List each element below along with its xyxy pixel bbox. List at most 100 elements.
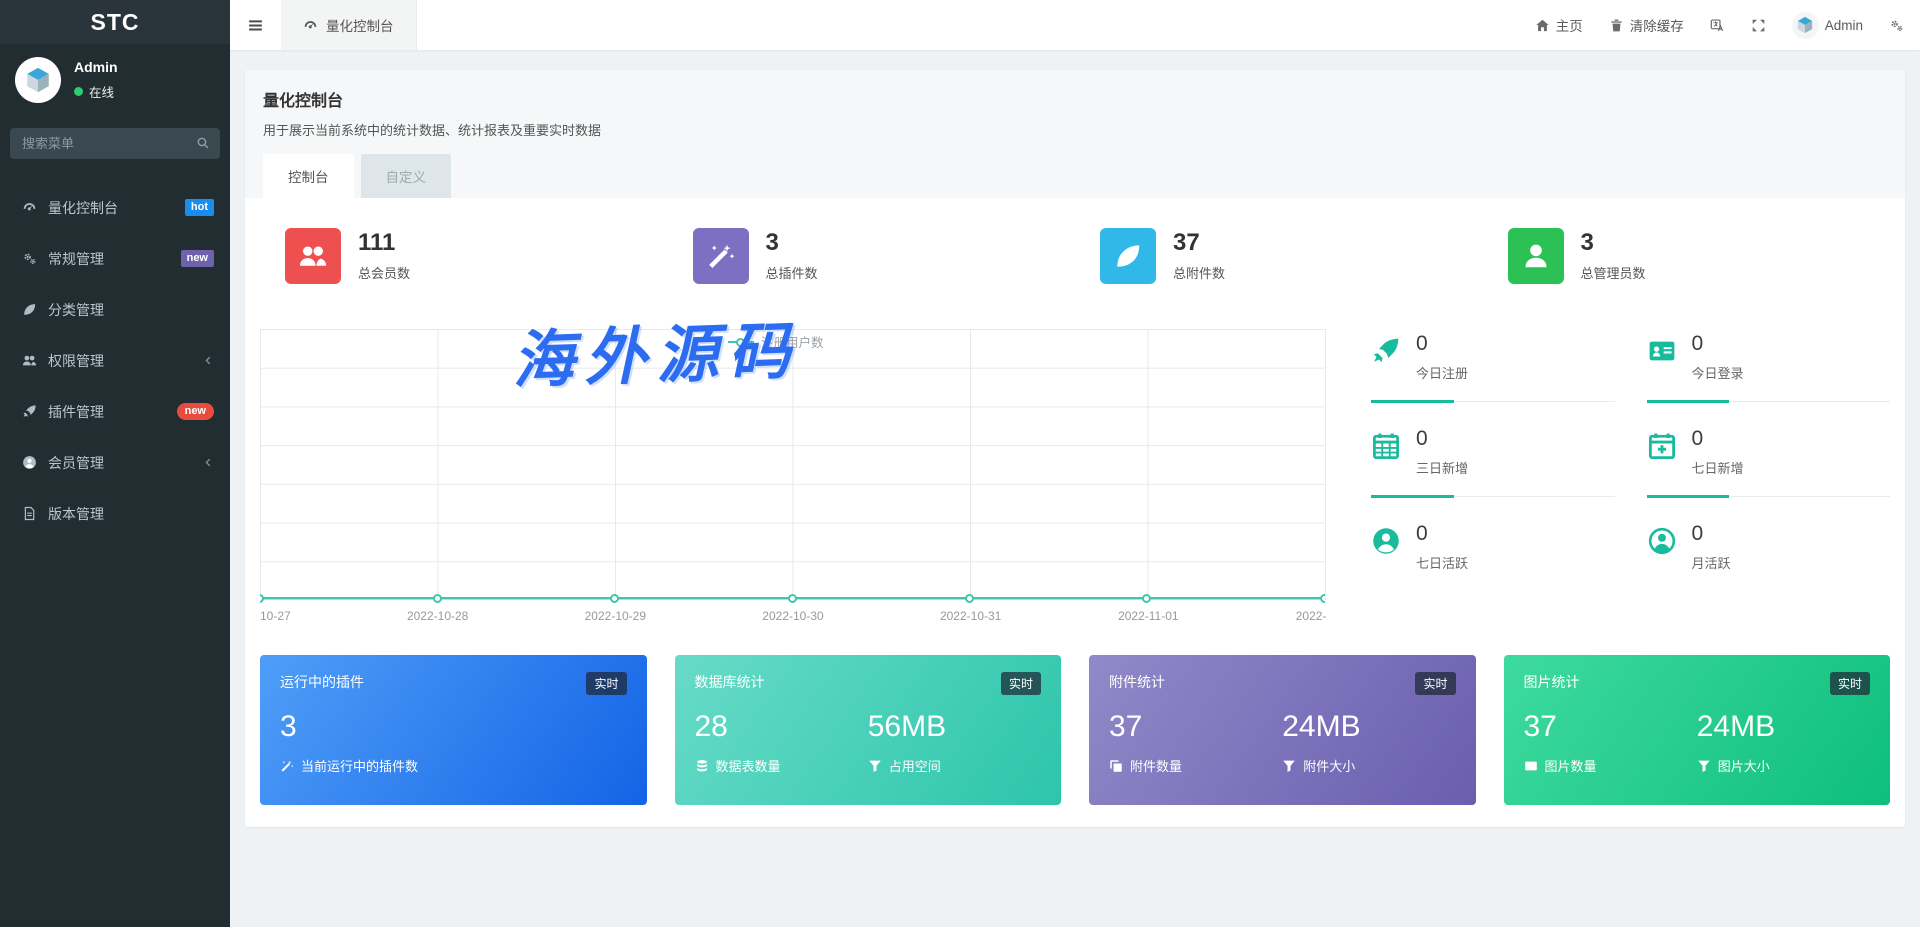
clear-cache-label: 清除缓存 bbox=[1629, 19, 1684, 34]
divider bbox=[1371, 400, 1615, 403]
card-title: 图片统计 bbox=[1523, 674, 1580, 690]
topbar-username: Admin bbox=[1824, 17, 1863, 33]
realtime-cards-row: 运行中的插件 实时 3 当前运行中的插件数 数据库统计 实时 28 56MB 数… bbox=[260, 655, 1890, 805]
quick-stat-label: 今日登录 bbox=[1691, 366, 1744, 381]
quick-stat-7day-active: 0 七日活跃 bbox=[1371, 523, 1615, 572]
panel-header: 量化控制台 用于展示当前系统中的统计数据、统计报表及重要实时数据 控制台 自定义 bbox=[245, 70, 1905, 198]
card-title: 运行中的插件 bbox=[280, 674, 364, 690]
middle-row: 注册用户数 海外源码 10-27 2022-10-28 2022-10-29 2… bbox=[260, 314, 1890, 629]
fullscreen-button[interactable] bbox=[1751, 18, 1766, 33]
tab-custom[interactable]: 自定义 bbox=[360, 154, 451, 198]
quick-stat-label: 今日注册 bbox=[1416, 366, 1469, 381]
calendar-plus-icon bbox=[1647, 431, 1677, 461]
quick-stat-label: 月活跃 bbox=[1691, 556, 1731, 571]
realtime-badge: 实时 bbox=[1000, 672, 1041, 695]
sidebar-item-version[interactable]: 版本管理 bbox=[0, 488, 230, 539]
stat-label: 总插件数 bbox=[765, 266, 818, 282]
home-link[interactable]: 主页 bbox=[1535, 15, 1583, 35]
funnel-icon bbox=[868, 759, 882, 773]
topbar-right: 主页 清除缓存 Admin bbox=[1509, 11, 1920, 39]
data-point-marker bbox=[1142, 594, 1152, 603]
quick-stat-7day-new: 0 七日新增 bbox=[1646, 428, 1890, 498]
leaf-icon bbox=[1113, 241, 1143, 271]
sidebar: STC Admin 在线 量化控制台 hot 常规管理 new 分类管理 权限管… bbox=[0, 0, 230, 927]
data-point-marker bbox=[609, 594, 619, 603]
x-tick-label: 2022-11-02 bbox=[1295, 609, 1326, 623]
user-menu[interactable]: Admin bbox=[1791, 11, 1863, 39]
page-subtitle: 用于展示当前系统中的统计数据、统计报表及重要实时数据 bbox=[263, 123, 602, 138]
card-value: 56MB bbox=[867, 710, 947, 743]
cube-logo-icon bbox=[23, 65, 53, 95]
search-icon bbox=[196, 136, 210, 150]
stat-total-members: 111 总会员数 bbox=[260, 228, 668, 284]
id-card-icon bbox=[1647, 336, 1677, 366]
settings-button[interactable] bbox=[1889, 18, 1904, 33]
magic-wand-icon bbox=[706, 241, 736, 271]
search-input[interactable] bbox=[10, 128, 220, 159]
realtime-badge: 实时 bbox=[1415, 672, 1456, 695]
user-circle-solid-icon bbox=[1371, 526, 1401, 556]
data-point-marker bbox=[787, 594, 797, 603]
stat-label: 总附件数 bbox=[1173, 266, 1226, 282]
quick-stats-grid: 0 今日注册 0 今日登录 0 三日新增 0 七日新增 0 七日活跃 0 月活跃 bbox=[1371, 329, 1890, 629]
card-metric-label: 当前运行中的插件数 bbox=[301, 759, 419, 774]
sidebar-item-label: 权限管理 bbox=[48, 352, 104, 369]
image-icon bbox=[1524, 759, 1538, 773]
card-metric-label: 数据表数量 bbox=[715, 759, 781, 774]
stat-value: 111 bbox=[358, 228, 396, 256]
quick-stat-month-active: 0 月活跃 bbox=[1647, 523, 1891, 572]
card-database-stats: 数据库统计 实时 28 56MB 数据表数量 占用空间 bbox=[674, 655, 1061, 805]
rocket-icon bbox=[1371, 336, 1401, 366]
sidebar-item-addon[interactable]: 插件管理 new bbox=[0, 386, 230, 437]
magic-wand-icon bbox=[280, 759, 294, 773]
divider bbox=[1371, 495, 1615, 498]
clear-cache-button[interactable]: 清除缓存 bbox=[1609, 15, 1684, 35]
card-metric-label: 图片大小 bbox=[1717, 759, 1770, 774]
user-name: Admin bbox=[74, 59, 118, 75]
card-value: 3 bbox=[280, 710, 297, 743]
card-title: 附件统计 bbox=[1109, 674, 1165, 690]
card-running-addons: 运行中的插件 实时 3 当前运行中的插件数 bbox=[260, 655, 647, 805]
sidebar-item-member[interactable]: 会员管理 bbox=[0, 437, 230, 488]
stat-label: 总管理员数 bbox=[1580, 266, 1646, 282]
stat-chip bbox=[1507, 228, 1564, 284]
quick-stat-label: 三日新增 bbox=[1416, 461, 1469, 476]
topbar-tab-dashboard[interactable]: 量化控制台 bbox=[281, 0, 417, 50]
tab-console[interactable]: 控制台 bbox=[263, 154, 354, 198]
trash-icon bbox=[1609, 18, 1624, 33]
funnel-icon bbox=[1282, 759, 1296, 773]
quick-stat-label: 七日新增 bbox=[1691, 461, 1744, 476]
stat-total-attachments: 37 总附件数 bbox=[1075, 228, 1483, 284]
home-label: 主页 bbox=[1555, 19, 1583, 34]
new-badge: new bbox=[180, 249, 214, 268]
quick-stat-today-login: 0 今日登录 bbox=[1646, 333, 1890, 403]
sidebar-item-label: 常规管理 bbox=[48, 250, 104, 267]
users-icon bbox=[298, 241, 328, 271]
chart-series-line bbox=[260, 593, 1325, 604]
watermark-text: 海外源码 bbox=[511, 313, 802, 398]
database-icon bbox=[695, 759, 709, 773]
sidebar-item-label: 分类管理 bbox=[48, 301, 104, 318]
sidebar-menu: 量化控制台 hot 常规管理 new 分类管理 权限管理 插件管理 new 会员… bbox=[0, 182, 230, 539]
menu-search bbox=[10, 128, 220, 159]
x-tick-label: 2022-10-29 bbox=[584, 609, 647, 623]
card-metric-label: 占用空间 bbox=[888, 759, 941, 774]
language-button[interactable] bbox=[1710, 18, 1725, 33]
sidebar-item-label: 插件管理 bbox=[48, 403, 104, 420]
rocket-icon bbox=[22, 404, 37, 419]
topbar: 量化控制台 主页 清除缓存 Admin bbox=[230, 0, 1920, 50]
dashboard-panel: 量化控制台 用于展示当前系统中的统计数据、统计报表及重要实时数据 控制台 自定义… bbox=[245, 70, 1905, 827]
card-value: 37 bbox=[1109, 710, 1143, 743]
data-point-marker bbox=[432, 594, 442, 603]
sidebar-item-category[interactable]: 分类管理 bbox=[0, 284, 230, 335]
card-attachment-stats: 附件统计 实时 37 24MB 附件数量 附件大小 bbox=[1089, 655, 1476, 805]
sidebar-item-dashboard[interactable]: 量化控制台 hot bbox=[0, 182, 230, 233]
sidebar-toggle-button[interactable] bbox=[230, 0, 281, 50]
sidebar-item-general[interactable]: 常规管理 new bbox=[0, 233, 230, 284]
stat-value: 3 bbox=[1580, 228, 1594, 256]
quick-stat-value: 0 bbox=[1416, 427, 1428, 450]
card-value: 37 bbox=[1523, 710, 1557, 743]
sidebar-item-auth[interactable]: 权限管理 bbox=[0, 335, 230, 386]
x-tick-label: 2022-10-31 bbox=[939, 609, 1002, 623]
panel-body: 111 总会员数 3 总插件数 37 总附件数 3 总管理员数 注册用户数 海外… bbox=[245, 198, 1905, 827]
